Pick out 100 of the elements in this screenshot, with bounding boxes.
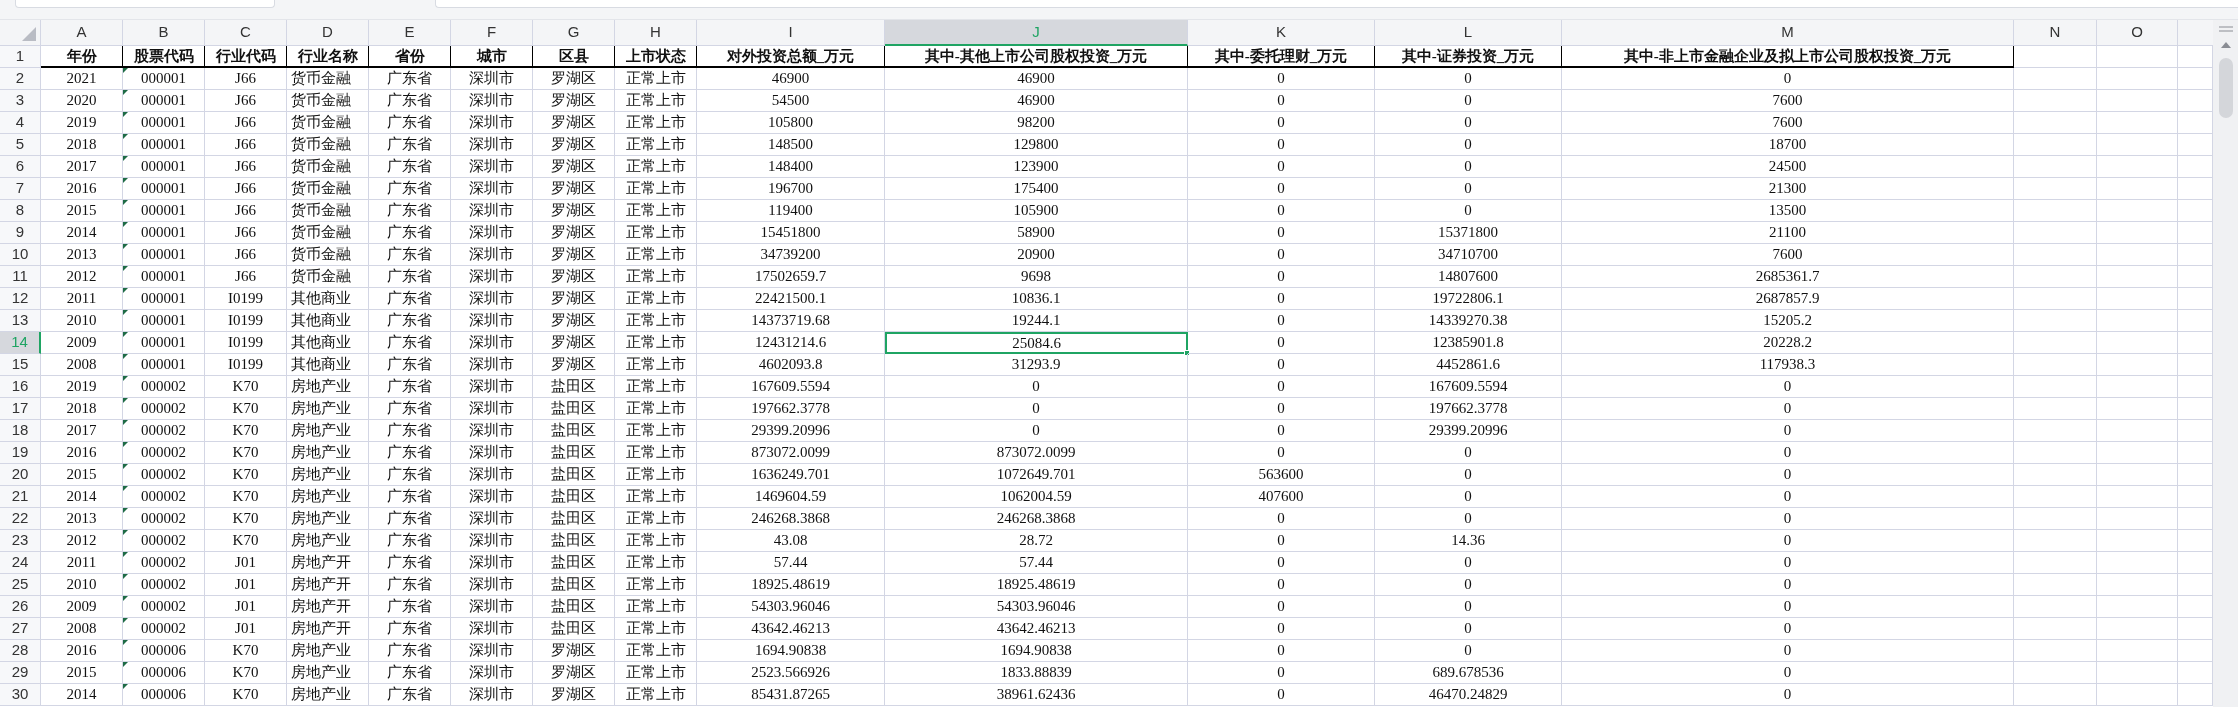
table-cell: 正常上市 (625, 203, 686, 218)
table-cell: 0 (1464, 93, 1472, 108)
table-cell: 正常上市 (625, 423, 686, 438)
row-number[interactable]: 21 (0, 486, 41, 508)
table-cell: 货币金融 (291, 115, 351, 130)
row-number[interactable]: 25 (0, 574, 41, 596)
table-cell: 2014 (66, 225, 97, 240)
column-header[interactable]: K (1188, 20, 1375, 46)
table-cell: 197662.3778 (1428, 401, 1508, 416)
row-number[interactable]: 27 (0, 618, 41, 640)
row-number[interactable]: 15 (0, 354, 41, 376)
row-number[interactable]: 4 (0, 112, 41, 134)
table-cell: 正常上市 (625, 379, 686, 394)
table-cell: 房地产开 (291, 621, 351, 636)
table-cell: 2009 (66, 335, 97, 350)
column-header[interactable]: L (1375, 20, 1562, 46)
scrollbar-thumb[interactable] (2218, 58, 2233, 118)
scroll-up-arrow-icon[interactable] (2220, 42, 2231, 48)
row-number[interactable]: 8 (0, 200, 41, 222)
table-cell: J01 (235, 555, 256, 570)
table-cell: 罗湖区 (551, 71, 596, 86)
row-number[interactable]: 28 (0, 640, 41, 662)
table-cell: 广东省 (387, 489, 432, 504)
table-cell: 罗湖区 (551, 335, 596, 350)
table-cell: 广东省 (387, 599, 432, 614)
table-cell: 18700 (1768, 137, 1807, 152)
row-number[interactable]: 24 (0, 552, 41, 574)
row-number[interactable]: 17 (0, 398, 41, 420)
row-number[interactable]: 3 (0, 90, 41, 112)
column-header[interactable]: F (451, 20, 533, 46)
table-cell: K70 (232, 467, 259, 482)
formula-field[interactable] (435, 0, 2238, 8)
table-cell: K70 (232, 401, 259, 416)
table-cell: 正常上市 (625, 511, 686, 526)
row-number[interactable]: 7 (0, 178, 41, 200)
table-cell: 广东省 (387, 379, 432, 394)
column-header[interactable]: B (123, 20, 205, 46)
row-number[interactable]: 10 (0, 244, 41, 266)
column-header[interactable]: D (287, 20, 369, 46)
table-cell: 深圳市 (469, 203, 514, 218)
row-number[interactable]: 12 (0, 288, 41, 310)
table-cell: 深圳市 (469, 71, 514, 86)
table-cell: 广东省 (387, 115, 432, 130)
table-cell: 广东省 (387, 203, 432, 218)
column-header[interactable]: O (2097, 20, 2178, 46)
table-cell: 货币金融 (291, 93, 351, 108)
table-cell: 广东省 (387, 137, 432, 152)
row-number[interactable]: 13 (0, 310, 41, 332)
row-number[interactable]: 5 (0, 134, 41, 156)
row-number[interactable]: 11 (0, 266, 41, 288)
row-number[interactable]: 29 (0, 662, 41, 684)
name-box-field[interactable] (15, 0, 275, 8)
table-cell: 4452861.6 (1436, 357, 1500, 372)
row-number[interactable]: 16 (0, 376, 41, 398)
column-header[interactable]: E (369, 20, 451, 46)
table-cell: 0 (1277, 445, 1285, 460)
table-cell: 15451800 (760, 225, 821, 240)
column-header[interactable]: M (1562, 20, 2014, 46)
table-cell: 盐田区 (551, 511, 596, 526)
table-cell: 深圳市 (469, 511, 514, 526)
table-cell: 246268.3868 (751, 511, 830, 526)
table-cell: 广东省 (387, 71, 432, 86)
table-cell: 117938.3 (1759, 357, 1816, 372)
row-number[interactable]: 23 (0, 530, 41, 552)
row-number[interactable]: 19 (0, 442, 41, 464)
fill-handle[interactable] (1184, 350, 1190, 356)
column-header[interactable]: N (2014, 20, 2097, 46)
row-number[interactable]: 30 (0, 684, 41, 706)
table-cell: 盐田区 (551, 489, 596, 504)
table-cell: 4602093.8 (758, 357, 823, 372)
row-number[interactable]: 20 (0, 464, 41, 486)
table-cell: 12431214.6 (754, 335, 827, 350)
table-cell: 0 (1783, 621, 1792, 636)
table-cell: J66 (235, 93, 256, 108)
table-cell: 0 (1277, 203, 1285, 218)
table-cell: 0 (1783, 555, 1792, 570)
row-number[interactable]: 6 (0, 156, 41, 178)
vertical-scrollbar[interactable] (2213, 20, 2238, 707)
select-all-corner-icon[interactable] (22, 27, 36, 41)
table-cell: 21100 (1769, 225, 1806, 240)
row-number[interactable]: 26 (0, 596, 41, 618)
table-cell: 2685361.7 (1755, 269, 1820, 284)
column-header[interactable]: C (205, 20, 287, 46)
table-cell: 深圳市 (469, 247, 514, 262)
row-number[interactable]: 22 (0, 508, 41, 530)
column-header[interactable]: H (615, 20, 697, 46)
row-number[interactable]: 9 (0, 222, 41, 244)
table-cell: 0 (1277, 71, 1285, 86)
table-cell: 689.678536 (1432, 665, 1504, 680)
column-header[interactable]: G (533, 20, 615, 46)
row-number[interactable]: 18 (0, 420, 41, 442)
row-number[interactable]: 2 (0, 68, 41, 90)
table-cell: 7600 (1772, 247, 1803, 262)
column-header[interactable]: A (41, 20, 123, 46)
table-cell: 14339270.38 (1428, 313, 1508, 328)
split-handle-icon[interactable] (2218, 26, 2233, 32)
table-cell: 0 (1277, 665, 1285, 680)
table-cell: 000001 (141, 181, 186, 196)
row-number[interactable]: 1 (0, 46, 41, 68)
table-cell: 深圳市 (469, 181, 514, 196)
